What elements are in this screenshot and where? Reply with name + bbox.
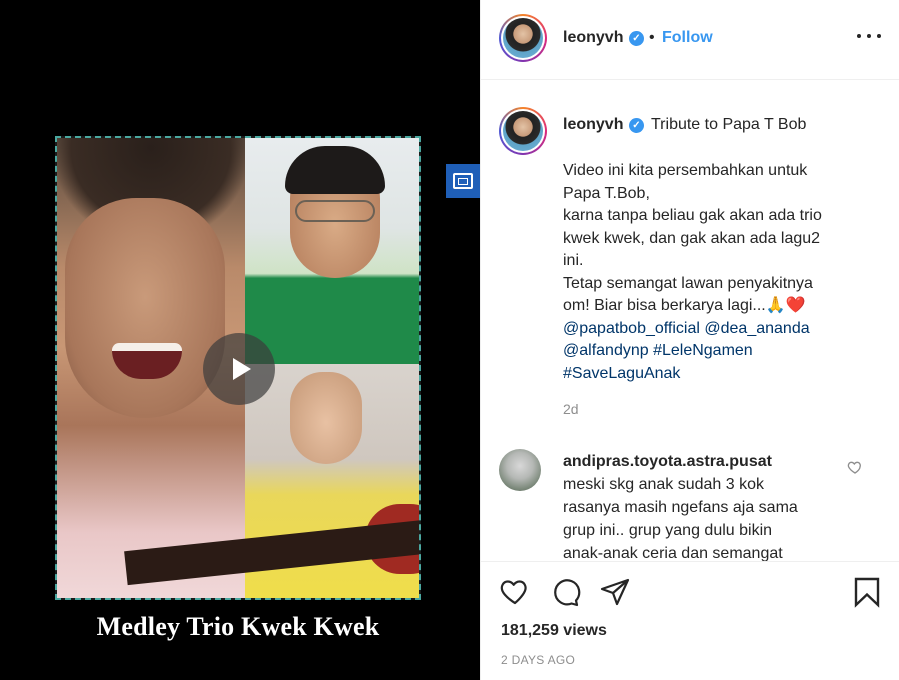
post-date[interactable]: 2 DAYS AGO bbox=[501, 653, 575, 667]
comment-line: meski skg anak sudah 3 kok bbox=[563, 476, 764, 493]
play-icon bbox=[232, 358, 251, 380]
caption-line: Video ini kita persembahkan untuk bbox=[563, 162, 808, 179]
comment-username[interactable]: andipras.toyota.astra.pusat bbox=[563, 453, 772, 471]
comment-icon[interactable] bbox=[549, 576, 581, 608]
play-button[interactable] bbox=[203, 333, 275, 405]
video-title-overlay: Medley Trio Kwek Kwek bbox=[96, 612, 380, 641]
caption-hashtag[interactable]: #SaveLaguAnak bbox=[563, 363, 863, 386]
caption-line: Tetap semangat lawan penyakitnya bbox=[563, 274, 813, 292]
view-count-number: 181,259 bbox=[501, 622, 559, 639]
post-header: leonyvh ✓ • Follow bbox=[481, 0, 899, 80]
pip-icon bbox=[453, 173, 473, 189]
caption-line: karna tanpa beliau gak akan ada trio bbox=[563, 207, 822, 224]
comment-avatar[interactable] bbox=[499, 449, 541, 491]
post-actions: 181,259 views 2 DAYS AGO bbox=[481, 561, 899, 680]
caption-avatar[interactable] bbox=[499, 107, 547, 155]
verified-icon: ✓ bbox=[629, 118, 644, 133]
video-player[interactable]: Medley Trio Kwek Kwek bbox=[0, 0, 480, 680]
comment-like-heart-icon[interactable] bbox=[847, 459, 863, 475]
caption-line: Papa T.Bob, bbox=[563, 184, 650, 202]
caption-line: ini. bbox=[563, 252, 584, 269]
comment-line: grup ini.. grup yang dulu bikin bbox=[563, 522, 773, 539]
view-count-label: views bbox=[563, 622, 607, 639]
view-count[interactable]: 181,259 views bbox=[501, 622, 607, 640]
more-icon bbox=[857, 34, 861, 38]
caption-line: kwek kwek, dan gak akan ada lagu2 bbox=[563, 229, 821, 247]
avatar[interactable] bbox=[499, 14, 547, 62]
bookmark-icon[interactable] bbox=[851, 576, 883, 608]
comment-line: anak-anak ceria dan semangat bbox=[563, 545, 783, 561]
header-username[interactable]: leonyvh bbox=[563, 29, 623, 47]
caption-first-line: Tribute to Papa T Bob bbox=[651, 116, 807, 133]
caption-tags[interactable]: @alfandynp #LeleNgamen bbox=[563, 340, 863, 363]
share-icon[interactable] bbox=[599, 576, 631, 608]
heart-icon[interactable] bbox=[499, 576, 531, 608]
post-side-panel: leonyvh ✓ • Follow leonyvh ✓ Tribute to … bbox=[480, 0, 899, 680]
video-frame-top-right bbox=[245, 138, 419, 364]
follow-button[interactable]: Follow bbox=[662, 29, 713, 47]
verified-icon: ✓ bbox=[629, 31, 644, 46]
video-frame-bottom-right bbox=[124, 364, 419, 598]
caption-tags[interactable]: @papatbob_official @dea_ananda bbox=[563, 318, 863, 341]
caption-body: Video ini kita persembahkan untuk Papa T… bbox=[563, 160, 863, 385]
more-options-button[interactable] bbox=[857, 24, 881, 48]
comment-text: meski skg anak sudah 3 kok rasanya masih… bbox=[563, 473, 833, 561]
comment-line: rasanya masih ngefans aja sama bbox=[563, 499, 798, 516]
separator-dot: • bbox=[649, 29, 655, 46]
comments-area[interactable]: leonyvh ✓ Tribute to Papa T Bob Video in… bbox=[481, 81, 899, 561]
caption-username[interactable]: leonyvh bbox=[563, 116, 623, 134]
caption-timestamp[interactable]: 2d bbox=[563, 401, 579, 417]
caption-line: om! Biar bisa berkarya lagi...🙏❤️ bbox=[563, 297, 806, 314]
picture-in-picture-button[interactable] bbox=[446, 164, 480, 198]
